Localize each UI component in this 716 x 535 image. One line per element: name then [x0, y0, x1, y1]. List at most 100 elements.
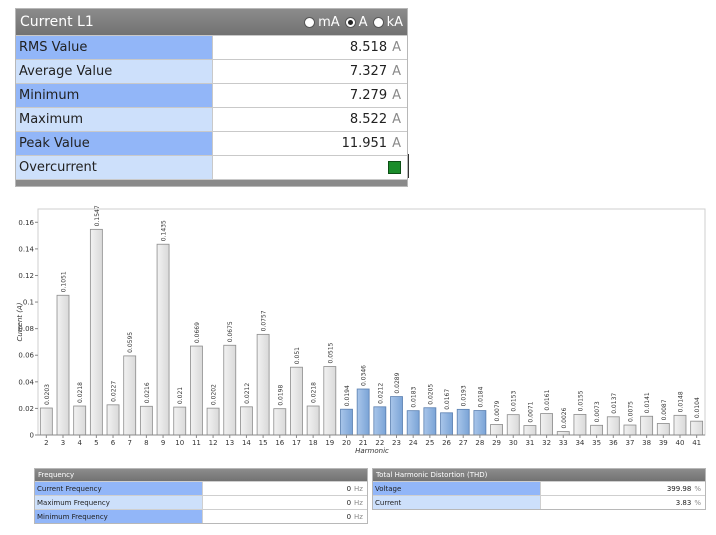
bar	[373, 406, 387, 436]
bar-value-label: 0.1435	[161, 220, 168, 241]
x-axis: 2 3 4 5 6 7 8 9 10 11 12 13 14 15 16 17 18 19 20 21 22 23 24 25…	[38, 434, 705, 447]
bar-value-label: 0.0137	[611, 393, 618, 414]
x-tick-label: 16	[275, 439, 284, 447]
bar	[206, 407, 220, 436]
bar	[340, 408, 353, 436]
current-frequency-value: 0	[346, 484, 352, 493]
x-tick-label: 5	[94, 439, 98, 447]
y-tick-label: 0.04	[18, 378, 34, 386]
bar	[423, 407, 437, 436]
bar	[123, 355, 137, 436]
bar-value-label: 0.0515	[327, 342, 334, 363]
average-value: 7.327	[349, 64, 388, 79]
unit-option-ka-label: kA	[386, 14, 403, 30]
unit-option-a[interactable]: A	[344, 14, 368, 30]
bar	[390, 396, 403, 436]
x-tick-label: 3	[61, 439, 65, 447]
bar-value-label: 0.0194	[344, 385, 351, 406]
unit-option-a-label: A	[358, 14, 368, 30]
thd-voltage-label: Voltage	[373, 482, 541, 495]
x-tick-label: 38	[642, 439, 651, 447]
bar-value-label: 0.0104	[694, 397, 701, 418]
thd-current-cell: 3.83%	[541, 496, 705, 509]
current-panel-title: Current L1	[20, 14, 94, 30]
x-tick-label: 26	[442, 439, 451, 447]
bar-value-label: 0.0161	[544, 389, 551, 410]
bar-value-label: 0.0227	[111, 381, 118, 402]
current-frequency-cell: 0 Hz	[203, 482, 367, 495]
y-tick-label: 0	[30, 432, 34, 440]
bar	[440, 412, 453, 436]
bar-value-label: 0.0075	[627, 401, 634, 422]
peak-value-row: Peak Value 11.951 A	[16, 131, 407, 155]
bar-value-label: 0.0167	[444, 389, 451, 410]
bar-value-label: 0.0289	[394, 372, 401, 393]
minimum-frequency-unit: Hz	[354, 512, 363, 521]
bar	[673, 414, 687, 436]
bar-value-label: 0.0073	[594, 401, 601, 422]
maximum-value: 8.522	[349, 112, 388, 127]
maximum-label: Maximum	[16, 108, 213, 131]
bar	[473, 410, 487, 436]
x-tick-label: 31	[525, 439, 534, 447]
bar-value-label: 0.0183	[411, 386, 418, 407]
bar	[306, 405, 320, 436]
bar-value-label: 0.0202	[211, 384, 218, 405]
bar-value-label: 0.0218	[311, 382, 318, 403]
radio-ka[interactable]	[372, 16, 384, 28]
overcurrent-indicator	[388, 161, 401, 174]
bar	[173, 406, 187, 436]
bar-value-label: 0.0141	[644, 392, 651, 413]
bar	[89, 228, 103, 436]
unit-option-ma[interactable]: mA	[304, 15, 340, 30]
radio-a[interactable]	[344, 16, 356, 28]
bar-value-label: 0.051	[294, 347, 301, 364]
bar	[106, 404, 120, 436]
bar-value-label: 0.0216	[144, 382, 151, 403]
x-tick-label: 20	[342, 439, 351, 447]
x-tick-label: 10	[175, 439, 184, 447]
bar-value-label: 0.0198	[277, 385, 284, 406]
y-tick-label: 0.12	[18, 272, 34, 280]
x-tick-label: 15	[259, 439, 268, 447]
bar-value-label: 0.0595	[127, 332, 134, 353]
bar-value-label: 0.0155	[577, 390, 584, 411]
text-cursor	[408, 154, 409, 178]
x-axis-label: Harmonic	[355, 447, 389, 455]
thd-voltage-cell: 399.98%	[541, 482, 705, 495]
maximum-frequency-value: 0	[346, 498, 352, 507]
x-tick-label: 23	[392, 439, 401, 447]
frequency-panel-title: Frequency	[35, 469, 367, 481]
current-panel-footer	[16, 179, 407, 186]
x-tick-label: 7	[127, 439, 131, 447]
unit-option-ka[interactable]: kA	[372, 14, 403, 30]
bar	[540, 413, 553, 436]
minimum-frequency-row: Minimum Frequency 0 Hz	[35, 509, 367, 523]
radio-ma[interactable]	[304, 16, 316, 28]
x-tick-label: 21	[359, 439, 368, 447]
current-frequency-unit: Hz	[354, 484, 363, 493]
x-tick-label: 30	[509, 439, 518, 447]
bar	[356, 388, 370, 436]
bar-value-label: 0.1547	[94, 205, 101, 226]
thd-panel: Total Harmonic Distortion (THD) Voltage …	[372, 468, 706, 510]
x-tick-label: 12	[209, 439, 218, 447]
x-tick-label: 4	[77, 439, 82, 447]
bar-value-label: 0.0087	[661, 399, 668, 420]
minimum-frequency-cell: 0 Hz	[203, 510, 367, 523]
x-tick-label: 2	[44, 439, 48, 447]
bar	[39, 407, 53, 436]
bar-value-label: 0.0203	[44, 384, 51, 405]
bar-value-label: 0.0193	[461, 385, 468, 406]
rms-value-unit: A	[392, 40, 401, 55]
maximum-cell: 8.522 A	[213, 108, 407, 131]
x-tick-label: 37	[626, 439, 635, 447]
peak-value-label: Peak Value	[16, 132, 213, 155]
unit-option-ma-label: mA	[318, 14, 340, 30]
bar-value-label: 0.0212	[377, 383, 384, 404]
thd-voltage-value: 399.98	[666, 484, 692, 493]
overcurrent-label: Overcurrent	[16, 156, 213, 179]
thd-current-label: Current	[373, 496, 541, 509]
thd-current-value: 3.83	[675, 498, 692, 507]
x-tick-label: 33	[559, 439, 568, 447]
